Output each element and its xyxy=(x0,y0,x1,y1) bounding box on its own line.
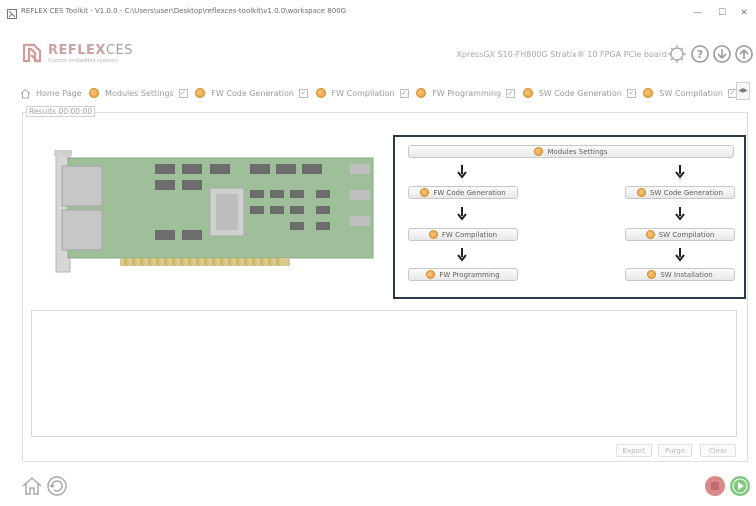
status-dot-icon xyxy=(534,147,544,156)
board-icon[interactable] xyxy=(667,44,687,64)
arrow-down-icon xyxy=(675,248,685,262)
upload-icon[interactable] xyxy=(734,44,754,64)
status-dot-icon xyxy=(522,88,533,98)
help-icon[interactable]: ? xyxy=(690,44,710,64)
tab-scroll-button[interactable]: ◀▶ xyxy=(736,82,750,100)
arrow-down-icon xyxy=(675,207,685,221)
app-logo-icon xyxy=(7,9,17,19)
minimize-button[interactable]: — xyxy=(688,5,708,21)
tab-home-page[interactable]: Home Page xyxy=(20,84,82,102)
tab-modules-settings[interactable]: Modules Settings ✓ xyxy=(89,84,188,102)
tab-label: Modules Settings xyxy=(105,88,174,98)
status-dot-icon xyxy=(426,270,436,279)
reflex-logo-icon xyxy=(22,43,42,63)
check-icon: ✓ xyxy=(399,88,409,98)
flow-sw-compilation-button[interactable]: SW Compilation xyxy=(625,228,735,241)
export-button[interactable]: Export xyxy=(616,444,652,457)
check-icon: ✓ xyxy=(506,88,516,98)
tab-sw-code-generation[interactable]: SW Code Generation ✓ xyxy=(522,84,636,102)
brand-tagline: Custom embedded systems xyxy=(48,58,118,64)
status-dot-icon xyxy=(647,270,657,279)
board-name: XpressGX S10-FH800G Stratix® 10 FPGA PCI… xyxy=(456,50,667,59)
status-dot-icon xyxy=(315,88,326,98)
refresh-icon[interactable] xyxy=(46,475,68,497)
flow-button-label: SW Compilation xyxy=(658,230,715,239)
maximize-button[interactable]: ☐ xyxy=(712,5,732,21)
check-icon: ✓ xyxy=(298,88,308,98)
tab-fw-programming[interactable]: FW Programming ✓ xyxy=(416,84,516,102)
tab-label: Home Page xyxy=(36,88,82,98)
status-dot-icon xyxy=(420,188,430,197)
tab-label: FW Programming xyxy=(432,88,502,98)
flow-button-label: FW Compilation xyxy=(441,230,498,239)
download-icon[interactable] xyxy=(712,44,732,64)
flow-sw-code-generation-button[interactable]: SW Code Generation xyxy=(625,186,735,199)
status-dot-icon xyxy=(416,88,427,98)
tab-label: SW Compilation xyxy=(659,88,723,98)
fpga-board-image xyxy=(54,150,374,273)
results-timer-label: Results 00:00:00 xyxy=(26,106,96,117)
arrow-down-icon xyxy=(457,207,467,221)
tab-fw-compilation[interactable]: FW Compilation ✓ xyxy=(315,84,409,102)
home-icon[interactable] xyxy=(21,475,43,497)
tab-label: FW Compilation xyxy=(331,88,395,98)
stop-icon[interactable] xyxy=(704,475,726,497)
window-titlebar: REFLEX CES Toolkit - V1.0.0 - C:\Users\u… xyxy=(0,0,756,28)
flow-button-label: Modules Settings xyxy=(547,147,608,156)
status-dot-icon xyxy=(645,230,655,239)
flow-button-label: FW Code Generation xyxy=(433,188,506,197)
home-icon xyxy=(20,88,31,98)
tab-sw-compilation[interactable]: SW Compilation ✓ xyxy=(643,84,737,102)
status-dot-icon xyxy=(89,88,100,98)
close-button[interactable]: ✕ xyxy=(734,5,754,21)
arrow-down-icon xyxy=(457,248,467,262)
flow-sw-installation-button[interactable]: SW Installation xyxy=(625,268,735,281)
clear-button[interactable]: Clear xyxy=(700,444,736,457)
arrow-down-icon xyxy=(457,165,467,179)
status-dot-icon xyxy=(195,88,206,98)
tab-strip: Home Page Modules Settings ✓ FW Code Gen… xyxy=(20,84,748,102)
flow-button-label: SW Code Generation xyxy=(650,188,723,197)
status-dot-icon xyxy=(428,230,438,239)
purge-button[interactable]: Purge xyxy=(658,444,692,457)
arrow-down-icon xyxy=(675,165,685,179)
flow-fw-code-generation-button[interactable]: FW Code Generation xyxy=(408,186,518,199)
run-icon[interactable] xyxy=(729,475,751,497)
brand-name: REFLEXCES xyxy=(48,43,133,58)
brand-part2: CES xyxy=(105,43,134,58)
log-output-area[interactable] xyxy=(31,310,737,437)
status-dot-icon xyxy=(643,88,654,98)
brand-part1: REFLEX xyxy=(48,43,106,58)
check-icon: ✓ xyxy=(178,88,188,98)
flow-fw-compilation-button[interactable]: FW Compilation xyxy=(408,228,518,241)
tab-fw-code-generation[interactable]: FW Code Generation ✓ xyxy=(195,84,308,102)
flow-modules-settings-button[interactable]: Modules Settings xyxy=(408,145,734,158)
check-icon: ✓ xyxy=(626,88,636,98)
tab-label: FW Code Generation xyxy=(211,88,294,98)
flow-button-label: SW Installation xyxy=(660,270,713,279)
status-dot-icon xyxy=(637,188,647,197)
window-title: REFLEX CES Toolkit - V1.0.0 - C:\Users\u… xyxy=(21,7,347,15)
tab-label: SW Code Generation xyxy=(538,88,622,98)
flow-fw-programming-button[interactable]: FW Programming xyxy=(408,268,518,281)
svg-text:?: ? xyxy=(697,48,703,61)
flow-button-label: FW Programming xyxy=(439,270,500,279)
